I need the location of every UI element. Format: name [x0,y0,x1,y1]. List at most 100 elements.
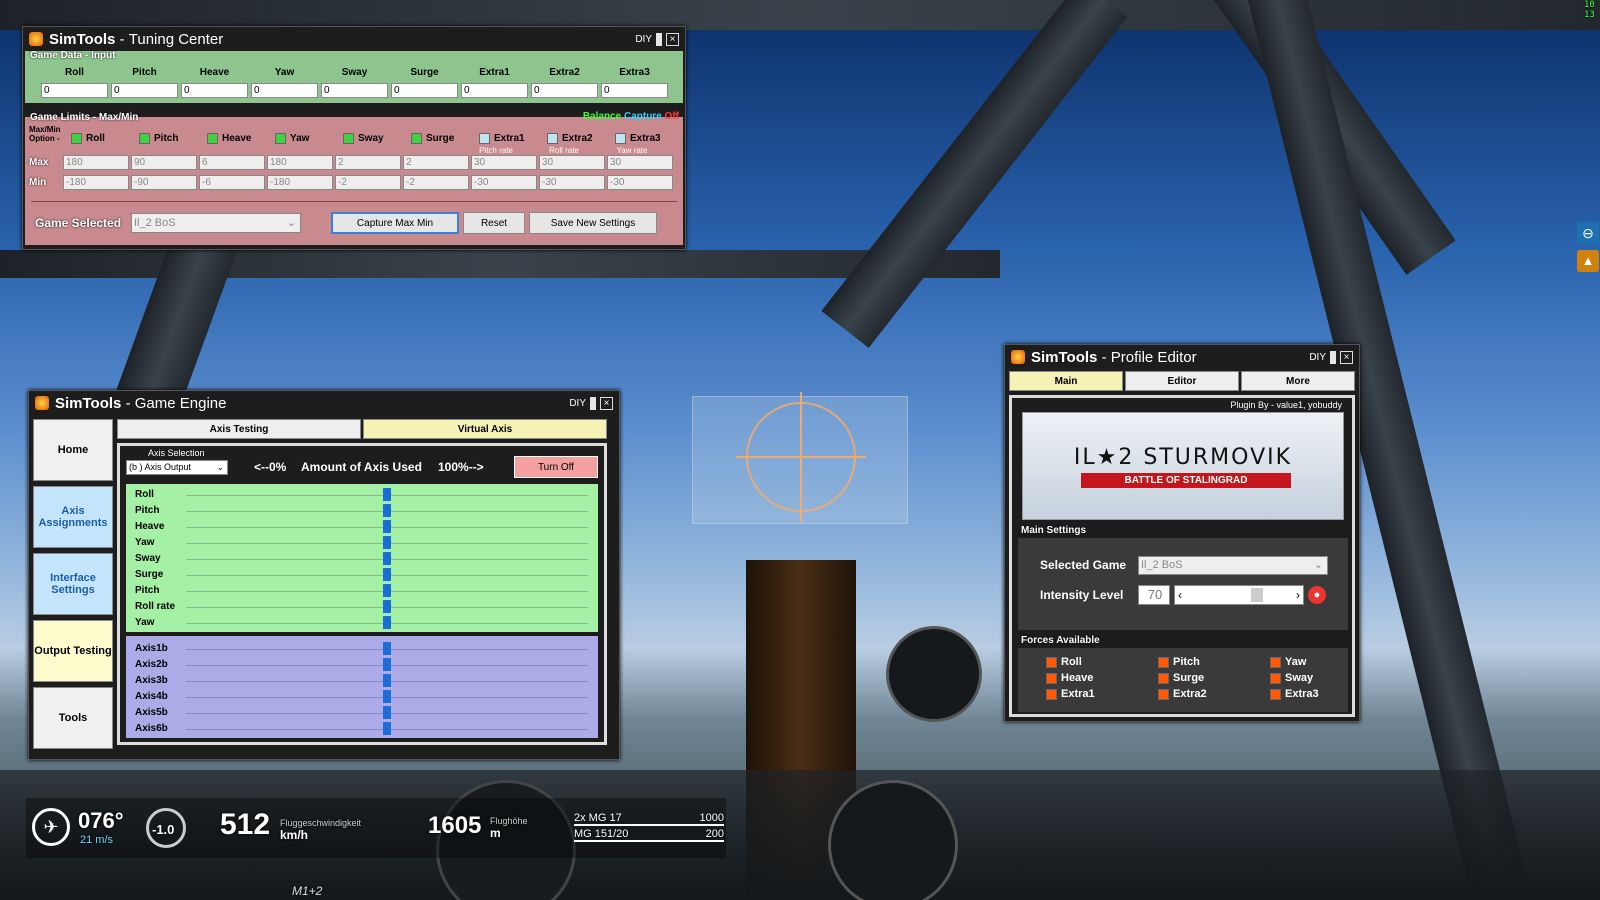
force-surge[interactable]: Surge [1158,672,1204,684]
tab-axis-testing[interactable]: Axis Testing [117,419,361,439]
input-value-field[interactable]: 0 [181,83,248,98]
axis-header: Sway [341,67,368,78]
input-values: 0 0 0 0 0 0 0 0 0 [41,83,668,98]
axis-slider-thumb[interactable] [383,536,391,549]
nav-axis-assignments[interactable]: Axis Assignments [33,486,113,548]
limit-option-extra3[interactable]: Extra3 [615,133,681,144]
input-value-field[interactable]: 0 [461,83,528,98]
input-value-field[interactable]: 0 [601,83,668,98]
pin-icon[interactable] [590,396,596,410]
chevron-left-icon[interactable]: ‹ [1178,588,1182,602]
axis-slider-thumb[interactable] [383,658,391,671]
game-selected-dropdown[interactable]: Il_2 BoS ⌄ [131,213,301,233]
max-value-field[interactable]: 2 [335,155,401,170]
tab-editor[interactable]: Editor [1125,371,1239,391]
input-value-field[interactable]: 0 [251,83,318,98]
main-settings-box: Selected Game Il_2 BoS ⌄ Intensity Level… [1018,538,1348,630]
force-yaw[interactable]: Yaw [1270,656,1306,668]
pin-icon[interactable] [656,32,662,46]
min-value-field[interactable]: -2 [403,175,469,190]
capture-max-min-button[interactable]: Capture Max Min [331,212,459,234]
selected-game-dropdown[interactable]: Il_2 BoS ⌄ [1138,556,1328,575]
min-value-field[interactable]: -90 [131,175,197,190]
max-value-field[interactable]: 30 [539,155,605,170]
force-extra3[interactable]: Extra3 [1270,688,1319,700]
force-extra1[interactable]: Extra1 [1046,688,1095,700]
axis-slider-thumb[interactable] [383,642,391,655]
max-value-field[interactable]: 2 [403,155,469,170]
nav-home[interactable]: Home [33,419,113,481]
close-button[interactable]: × [666,32,679,46]
nav-interface-settings[interactable]: Interface Settings [33,553,113,615]
save-new-settings-button[interactable]: Save New Settings [529,212,657,234]
limit-option-pitch[interactable]: Pitch [139,133,205,144]
axis-slider-thumb[interactable] [383,504,391,517]
tab-more[interactable]: More [1241,371,1355,391]
limit-option-surge[interactable]: Surge [411,133,477,144]
min-value-field[interactable]: -2 [335,175,401,190]
force-sway[interactable]: Sway [1270,672,1313,684]
max-value-field[interactable]: 30 [471,155,537,170]
diy-button[interactable]: DIY [635,34,652,45]
input-value-field[interactable]: 0 [41,83,108,98]
min-value-field[interactable]: -180 [63,175,129,190]
intensity-slider-thumb[interactable] [1250,588,1263,602]
axis-row: Roll rate [126,599,598,615]
min-value-field[interactable]: -6 [199,175,265,190]
axis-slider-thumb[interactable] [383,568,391,581]
max-value-field[interactable]: 6 [199,155,265,170]
turn-off-button[interactable]: Turn Off [514,456,598,478]
nav-tools[interactable]: Tools [33,687,113,749]
max-value-field[interactable]: 30 [607,155,673,170]
tab-virtual-axis[interactable]: Virtual Axis [363,419,607,439]
max-value-field[interactable]: 90 [131,155,197,170]
axis-slider-thumb[interactable] [383,674,391,687]
min-value-field[interactable]: -30 [539,175,605,190]
input-value-field[interactable]: 0 [391,83,458,98]
axis-slider-thumb[interactable] [383,722,391,735]
reset-button[interactable]: Reset [463,212,525,234]
intensity-value[interactable]: 70 [1138,585,1170,605]
input-value-field[interactable]: 0 [531,83,598,98]
pin-icon[interactable] [1330,350,1336,364]
min-value-field[interactable]: -180 [267,175,333,190]
limit-option-heave[interactable]: Heave [207,133,273,144]
axis-slider-thumb[interactable] [383,690,391,703]
nav-output-testing[interactable]: Output Testing [33,620,113,682]
force-extra2[interactable]: Extra2 [1158,688,1207,700]
axis-selection-dropdown[interactable]: (b ) Axis Output ⌄ [126,460,228,475]
limit-option-extra1[interactable]: Extra1 [479,133,545,144]
limit-option-roll[interactable]: Roll [71,133,137,144]
close-button[interactable]: × [600,396,613,410]
limit-option-sway[interactable]: Sway [343,133,409,144]
diy-button[interactable]: DIY [569,398,586,409]
axis-slider-thumb[interactable] [383,552,391,565]
map-icon[interactable]: ⊖ [1577,222,1599,244]
force-roll[interactable]: Roll [1046,656,1082,668]
tab-main[interactable]: Main [1009,371,1123,391]
axis-slider-thumb[interactable] [383,616,391,629]
min-value-field[interactable]: -30 [471,175,537,190]
intensity-slider[interactable]: ‹ › [1174,585,1304,605]
axis-slider-thumb[interactable] [383,488,391,501]
reset-intensity-icon[interactable]: ● [1308,586,1326,604]
min-value-field[interactable]: -30 [607,175,673,190]
input-value-field[interactable]: 0 [111,83,178,98]
marker-icon[interactable]: ▲ [1577,250,1599,272]
force-pitch[interactable]: Pitch [1158,656,1200,668]
diy-button[interactable]: DIY [1309,352,1326,363]
close-button[interactable]: × [1340,350,1353,364]
axis-slider-thumb[interactable] [383,600,391,613]
axis-slider-thumb[interactable] [383,584,391,597]
axis-slider-thumb[interactable] [383,520,391,533]
axis-amount-label: Amount of Axis Used [301,460,422,474]
axis-slider-thumb[interactable] [383,706,391,719]
plane-code: M1+2 [292,884,323,898]
max-value-field[interactable]: 180 [63,155,129,170]
limit-option-yaw[interactable]: Yaw [275,133,341,144]
input-value-field[interactable]: 0 [321,83,388,98]
max-value-field[interactable]: 180 [267,155,333,170]
chevron-right-icon[interactable]: › [1296,588,1300,602]
force-heave[interactable]: Heave [1046,672,1093,684]
limit-option-extra2[interactable]: Extra2 [547,133,613,144]
